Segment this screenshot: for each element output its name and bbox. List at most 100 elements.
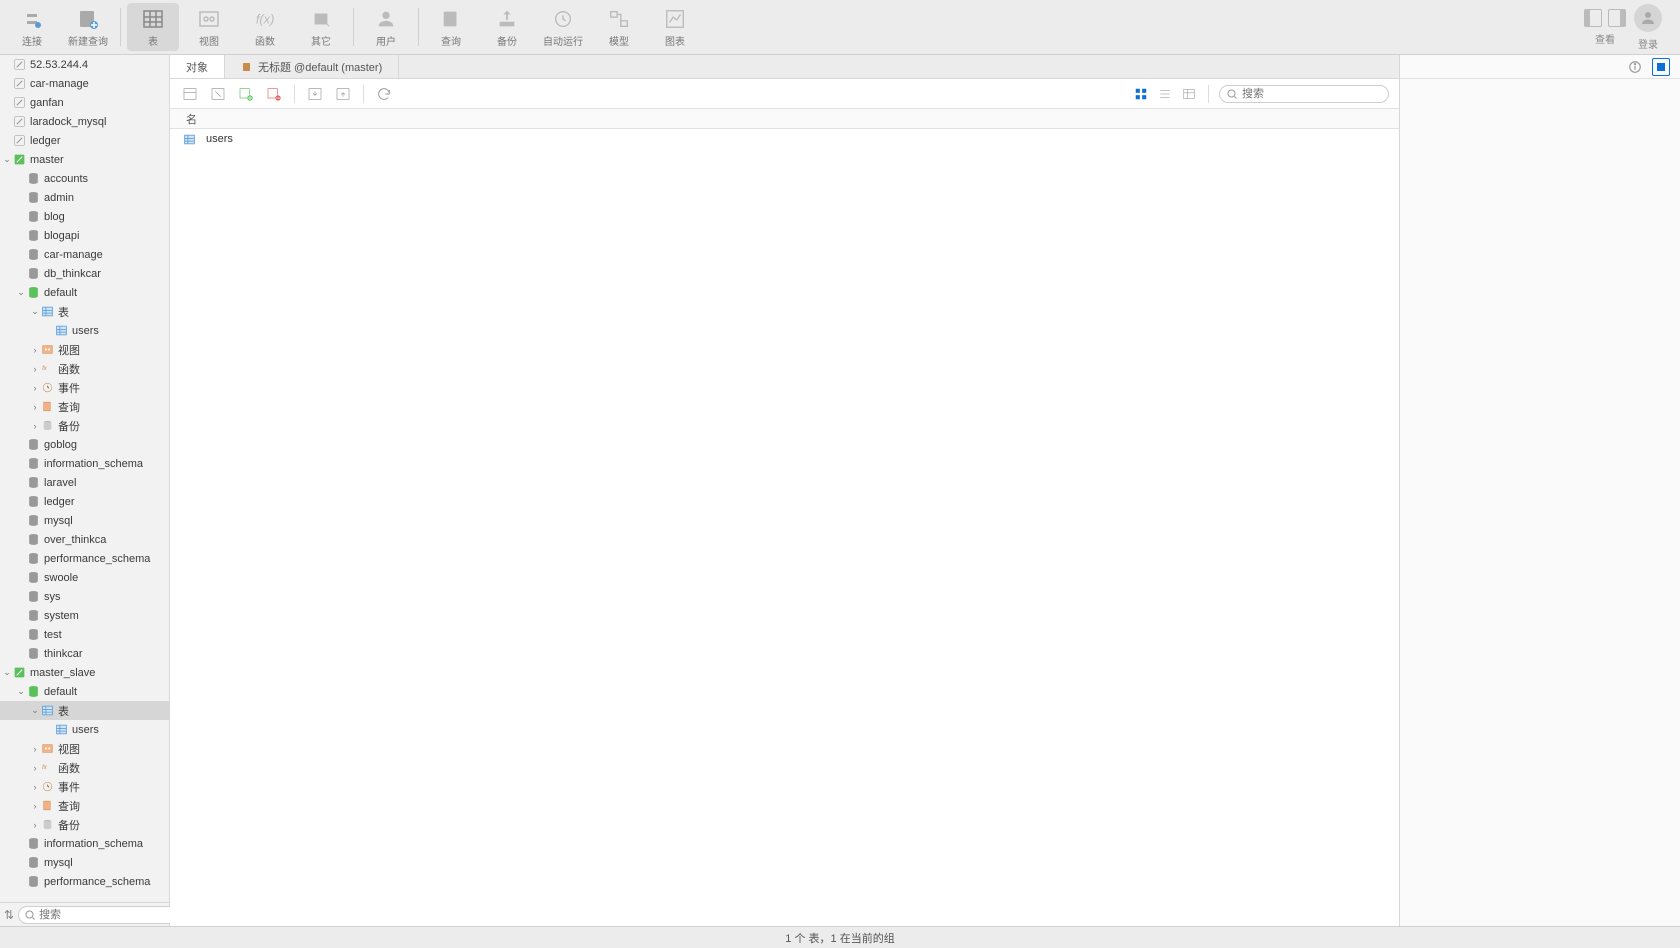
chart-button[interactable]: 图表 xyxy=(649,3,701,51)
info-tab-icon[interactable] xyxy=(1626,58,1644,76)
database-item[interactable]: test xyxy=(0,625,169,644)
database-item[interactable]: goblog xyxy=(0,435,169,454)
database-icon xyxy=(26,533,40,547)
database-item[interactable]: blogapi xyxy=(0,226,169,245)
expand-arrow[interactable]: › xyxy=(30,402,40,412)
expand-arrow[interactable]: ⌄ xyxy=(16,686,26,697)
import-button[interactable] xyxy=(305,84,325,104)
functions-folder[interactable]: › fx 函数 xyxy=(0,758,169,777)
ddl-tab-icon[interactable] xyxy=(1652,58,1670,76)
database-item[interactable]: performance_schema xyxy=(0,549,169,568)
view-button[interactable]: 视图 xyxy=(183,3,235,51)
expand-arrow[interactable]: ⌄ xyxy=(30,705,40,716)
viewmode-grid[interactable] xyxy=(1132,85,1150,103)
connect-button[interactable]: 连接 xyxy=(6,3,58,51)
connection-item[interactable]: ledger xyxy=(0,131,169,150)
expand-arrow[interactable]: › xyxy=(30,345,40,355)
connection-item[interactable]: ⌄ master_slave xyxy=(0,663,169,682)
tables-folder[interactable]: ⌄ 表 xyxy=(0,302,169,321)
autorun-button[interactable]: 自动运行 xyxy=(537,3,589,51)
connection-item[interactable]: car-manage xyxy=(0,74,169,93)
export-button[interactable] xyxy=(333,84,353,104)
connection-item[interactable]: ganfan xyxy=(0,93,169,112)
events-folder[interactable]: › 事件 xyxy=(0,378,169,397)
database-item[interactable]: mysql xyxy=(0,511,169,530)
viewmode-detail[interactable] xyxy=(1180,85,1198,103)
delete-table-button[interactable] xyxy=(264,84,284,104)
database-item[interactable]: ⌄ default xyxy=(0,682,169,701)
backup-button[interactable]: 备份 xyxy=(481,3,533,51)
queries-folder[interactable]: › 查询 xyxy=(0,397,169,416)
content-search-input[interactable] xyxy=(1219,85,1389,103)
expand-arrow[interactable]: ⌄ xyxy=(2,667,12,678)
tab-untitled-query[interactable]: 无标题 @default (master) xyxy=(225,55,399,78)
queries-folder[interactable]: › 查询 xyxy=(0,796,169,815)
expand-arrow[interactable]: › xyxy=(30,421,40,431)
database-item[interactable]: information_schema xyxy=(0,454,169,473)
design-table-button[interactable] xyxy=(208,84,228,104)
events-folder[interactable]: › 事件 xyxy=(0,777,169,796)
table-item[interactable]: users xyxy=(0,720,169,739)
tables-folder[interactable]: ⌄ 表 xyxy=(0,701,169,720)
other-button[interactable]: 其它 xyxy=(295,3,347,51)
database-item[interactable]: information_schema xyxy=(0,834,169,853)
database-item[interactable]: sys xyxy=(0,587,169,606)
connection-tree[interactable]: 52.53.244.4 car-manage ganfan laradock_m… xyxy=(0,55,169,902)
new-query-button[interactable]: 新建查询 xyxy=(62,3,114,51)
connection-icon xyxy=(12,134,26,148)
expand-arrow[interactable]: › xyxy=(30,763,40,773)
user-button[interactable]: 用户 xyxy=(360,3,412,51)
open-table-button[interactable] xyxy=(180,84,200,104)
viewmode-list[interactable] xyxy=(1156,85,1174,103)
list-header[interactable]: 名 xyxy=(170,109,1399,129)
backups-folder[interactable]: › 备份 xyxy=(0,416,169,435)
expand-arrow[interactable]: › xyxy=(30,364,40,374)
backups-folder[interactable]: › 备份 xyxy=(0,815,169,834)
expand-arrow[interactable]: › xyxy=(30,383,40,393)
database-item[interactable]: swoole xyxy=(0,568,169,587)
tree-label: information_schema xyxy=(44,838,143,850)
expand-arrow[interactable]: › xyxy=(30,782,40,792)
database-item[interactable]: admin xyxy=(0,188,169,207)
database-item[interactable]: system xyxy=(0,606,169,625)
list-item[interactable]: users xyxy=(170,129,1399,149)
database-item[interactable]: blog xyxy=(0,207,169,226)
sidebar-settings-icon[interactable]: ⇅ xyxy=(4,908,14,922)
views-folder[interactable]: › 视图 xyxy=(0,739,169,758)
database-item[interactable]: ⌄ default xyxy=(0,283,169,302)
expand-arrow[interactable]: › xyxy=(30,820,40,830)
expand-arrow[interactable]: ⌄ xyxy=(30,306,40,317)
table-button[interactable]: 表 xyxy=(127,3,179,51)
expand-arrow[interactable]: › xyxy=(30,801,40,811)
database-item[interactable]: thinkcar xyxy=(0,644,169,663)
functions-folder[interactable]: › fx 函数 xyxy=(0,359,169,378)
tab-objects[interactable]: 对象 xyxy=(170,55,225,78)
new-table-button[interactable] xyxy=(236,84,256,104)
connection-item[interactable]: laradock_mysql xyxy=(0,112,169,131)
tree-label: thinkcar xyxy=(44,648,83,660)
avatar[interactable] xyxy=(1634,4,1662,32)
panel-left-toggle[interactable] xyxy=(1584,9,1602,27)
expand-arrow[interactable]: ⌄ xyxy=(2,154,12,165)
connection-icon xyxy=(12,666,26,680)
database-item[interactable]: accounts xyxy=(0,169,169,188)
expand-arrow[interactable]: › xyxy=(30,744,40,754)
model-button[interactable]: 模型 xyxy=(593,3,645,51)
connection-item[interactable]: ⌄ master xyxy=(0,150,169,169)
object-toolbar xyxy=(170,79,1399,109)
database-item[interactable]: ledger xyxy=(0,492,169,511)
connection-item[interactable]: 52.53.244.4 xyxy=(0,55,169,74)
function-button[interactable]: f(x) 函数 xyxy=(239,3,291,51)
views-folder[interactable]: › 视图 xyxy=(0,340,169,359)
database-item[interactable]: laravel xyxy=(0,473,169,492)
panel-right-toggle[interactable] xyxy=(1608,9,1626,27)
table-item[interactable]: users xyxy=(0,321,169,340)
database-item[interactable]: mysql xyxy=(0,853,169,872)
database-item[interactable]: performance_schema xyxy=(0,872,169,891)
refresh-button[interactable] xyxy=(374,84,394,104)
database-item[interactable]: car-manage xyxy=(0,245,169,264)
query-button[interactable]: 查询 xyxy=(425,3,477,51)
database-item[interactable]: over_thinkca xyxy=(0,530,169,549)
expand-arrow[interactable]: ⌄ xyxy=(16,287,26,298)
database-item[interactable]: db_thinkcar xyxy=(0,264,169,283)
